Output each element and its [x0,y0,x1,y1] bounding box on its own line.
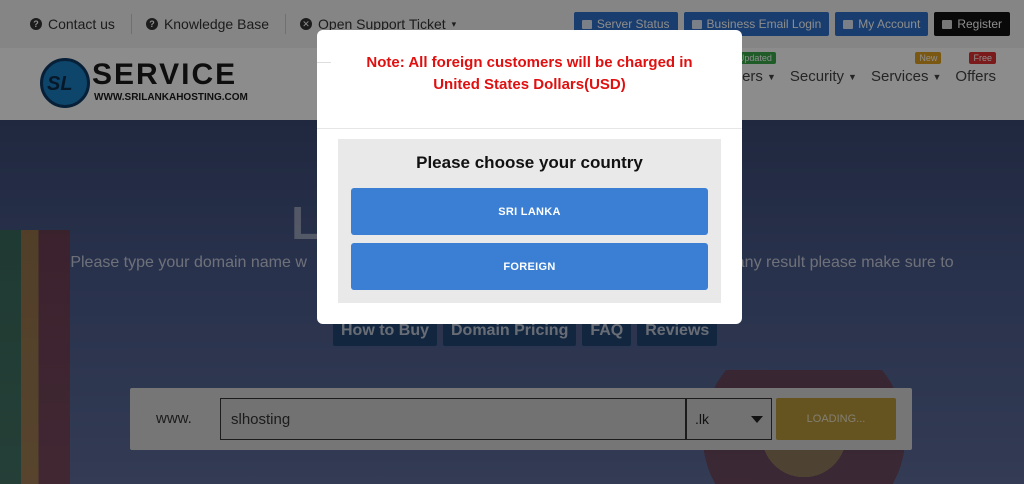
foreign-button[interactable]: FOREIGN [351,243,708,290]
divider [317,62,331,63]
country-select-modal: Note: All foreign customers will be char… [317,30,742,324]
choose-country-title: Please choose your country [416,153,643,172]
divider [317,128,742,129]
currency-note: Note: All foreign customers will be char… [366,54,693,93]
sri-lanka-button[interactable]: SRI LANKA [351,188,708,235]
country-choice-panel: Please choose your country SRI LANKA FOR… [338,139,721,303]
